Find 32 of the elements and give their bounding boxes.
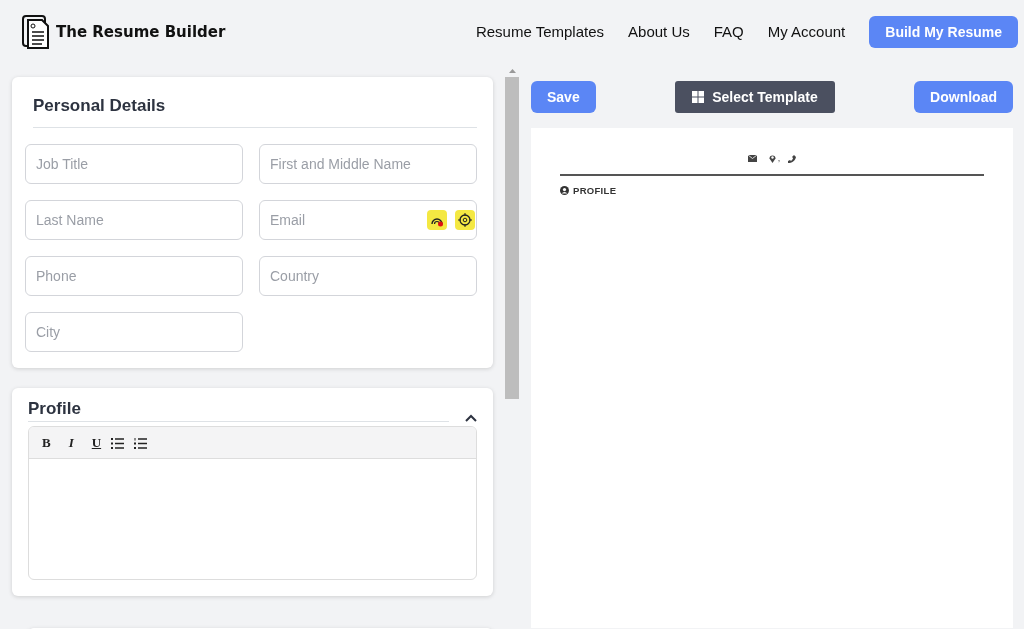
input-field[interactable]: First and Middle Name (259, 143, 477, 184)
section-title: Personal Details (33, 93, 477, 128)
email-field[interactable]: Email (259, 199, 477, 240)
input-field[interactable]: Job Title (25, 143, 243, 184)
chevron-up-icon[interactable] (465, 414, 477, 422)
envelope-icon (747, 155, 757, 163)
input-field[interactable]: Last Name (25, 199, 243, 240)
italic-button[interactable]: I (63, 432, 79, 453)
phone-icon (788, 154, 797, 163)
bold-button[interactable]: B (37, 432, 56, 453)
user-circle-icon (560, 186, 569, 196)
location-pin-icon (768, 154, 776, 164)
brand-name[interactable]: The Resume Builder (56, 20, 226, 44)
scrollbar-thumb[interactable] (505, 77, 519, 399)
nav-link[interactable]: About Us (628, 20, 690, 44)
input-field[interactable]: Country (259, 255, 477, 296)
select-template-button[interactable]: Select Template (675, 81, 835, 113)
scroll-up-arrow-icon[interactable] (508, 69, 516, 73)
document-logo-icon (22, 14, 52, 50)
nav-link[interactable]: Resume Templates (475, 20, 605, 44)
extension-icon[interactable] (427, 209, 447, 230)
separator-text: , (777, 152, 781, 165)
nav-link[interactable]: My Account (767, 20, 846, 44)
section-title: Profile (28, 395, 449, 422)
section-heading: PROFILE (573, 183, 617, 198)
input-field[interactable]: City (25, 311, 243, 352)
rich-text-editor[interactable]: B I U (28, 426, 477, 580)
input-field[interactable]: Phone (25, 255, 243, 296)
nav-link[interactable]: FAQ (713, 20, 744, 44)
underline-button[interactable]: U (86, 432, 107, 453)
extension-icon[interactable] (455, 209, 475, 230)
grid-icon (692, 91, 705, 103)
